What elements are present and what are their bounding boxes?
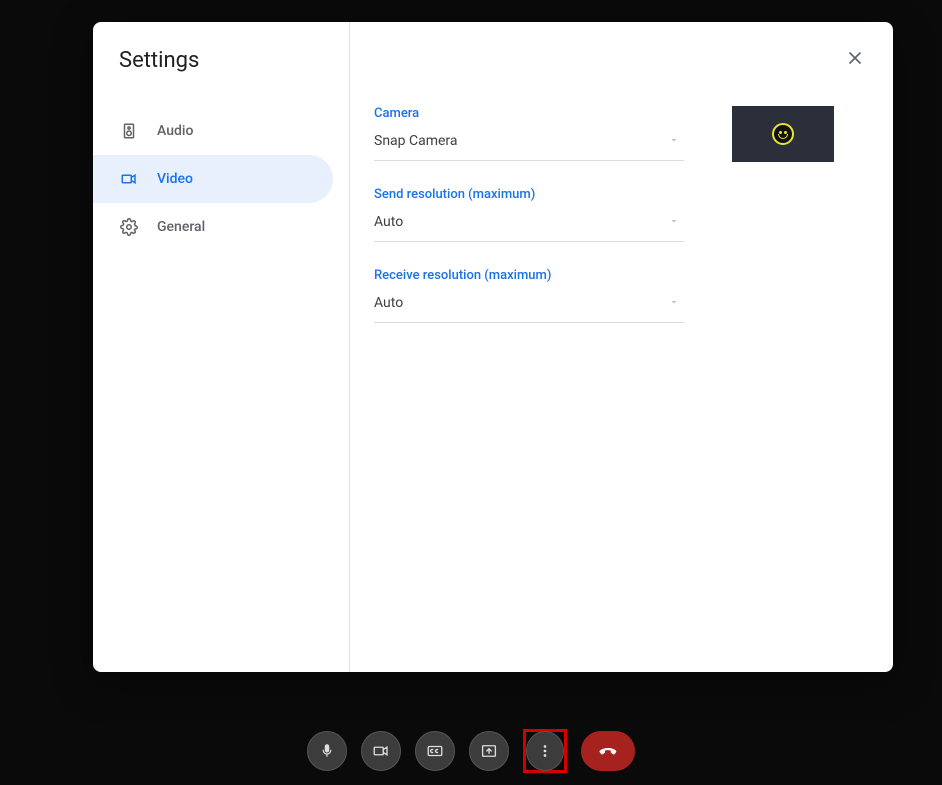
send-resolution-select[interactable]: Auto bbox=[374, 208, 684, 242]
camera-field-group: Camera Snap Camera bbox=[374, 106, 684, 161]
microphone-icon bbox=[318, 742, 336, 760]
settings-sidebar: Settings Audio bbox=[93, 22, 350, 672]
call-toolbar bbox=[0, 729, 942, 773]
toggle-camera-button[interactable] bbox=[361, 731, 401, 771]
chevron-down-icon bbox=[668, 212, 680, 231]
speaker-icon bbox=[119, 121, 139, 141]
highlight-annotation bbox=[523, 729, 567, 773]
video-icon bbox=[119, 169, 139, 189]
more-vertical-icon bbox=[536, 742, 554, 760]
nav-item-general[interactable]: General bbox=[93, 203, 333, 251]
chevron-down-icon bbox=[668, 293, 680, 312]
nav-label-general: General bbox=[157, 219, 205, 235]
captions-icon bbox=[426, 742, 444, 760]
video-icon bbox=[372, 742, 390, 760]
more-options-button[interactable] bbox=[526, 731, 564, 771]
receive-resolution-field-group: Receive resolution (maximum) Auto bbox=[374, 268, 684, 323]
phone-hangup-icon bbox=[596, 739, 620, 763]
send-resolution-label: Send resolution (maximum) bbox=[374, 187, 684, 202]
smiley-icon bbox=[772, 123, 794, 145]
settings-nav: Audio Video General bbox=[93, 97, 349, 251]
camera-value: Snap Camera bbox=[374, 133, 458, 149]
receive-resolution-label: Receive resolution (maximum) bbox=[374, 268, 684, 283]
send-resolution-field-group: Send resolution (maximum) Auto bbox=[374, 187, 684, 242]
settings-dialog: Settings Audio bbox=[93, 22, 893, 672]
hang-up-button[interactable] bbox=[581, 731, 635, 771]
receive-resolution-value: Auto bbox=[374, 295, 403, 311]
send-resolution-value: Auto bbox=[374, 214, 403, 230]
mute-microphone-button[interactable] bbox=[307, 731, 347, 771]
nav-label-video: Video bbox=[157, 171, 193, 187]
video-settings-form: Camera Snap Camera Send resolution (maxi… bbox=[374, 50, 869, 349]
nav-label-audio: Audio bbox=[157, 123, 193, 139]
gear-icon bbox=[119, 217, 139, 237]
receive-resolution-select[interactable]: Auto bbox=[374, 289, 684, 323]
nav-item-audio[interactable]: Audio bbox=[93, 107, 333, 155]
chevron-down-icon bbox=[668, 131, 680, 150]
nav-item-video[interactable]: Video bbox=[93, 155, 333, 203]
close-button[interactable] bbox=[837, 40, 873, 76]
settings-content: Camera Snap Camera Send resolution (maxi… bbox=[350, 22, 893, 672]
present-icon bbox=[480, 742, 498, 760]
camera-preview bbox=[732, 106, 834, 349]
settings-title: Settings bbox=[93, 48, 349, 97]
close-icon bbox=[845, 48, 865, 68]
camera-select[interactable]: Snap Camera bbox=[374, 127, 684, 161]
camera-preview-thumbnail bbox=[732, 106, 834, 162]
present-screen-button[interactable] bbox=[469, 731, 509, 771]
captions-button[interactable] bbox=[415, 731, 455, 771]
camera-label: Camera bbox=[374, 106, 684, 121]
